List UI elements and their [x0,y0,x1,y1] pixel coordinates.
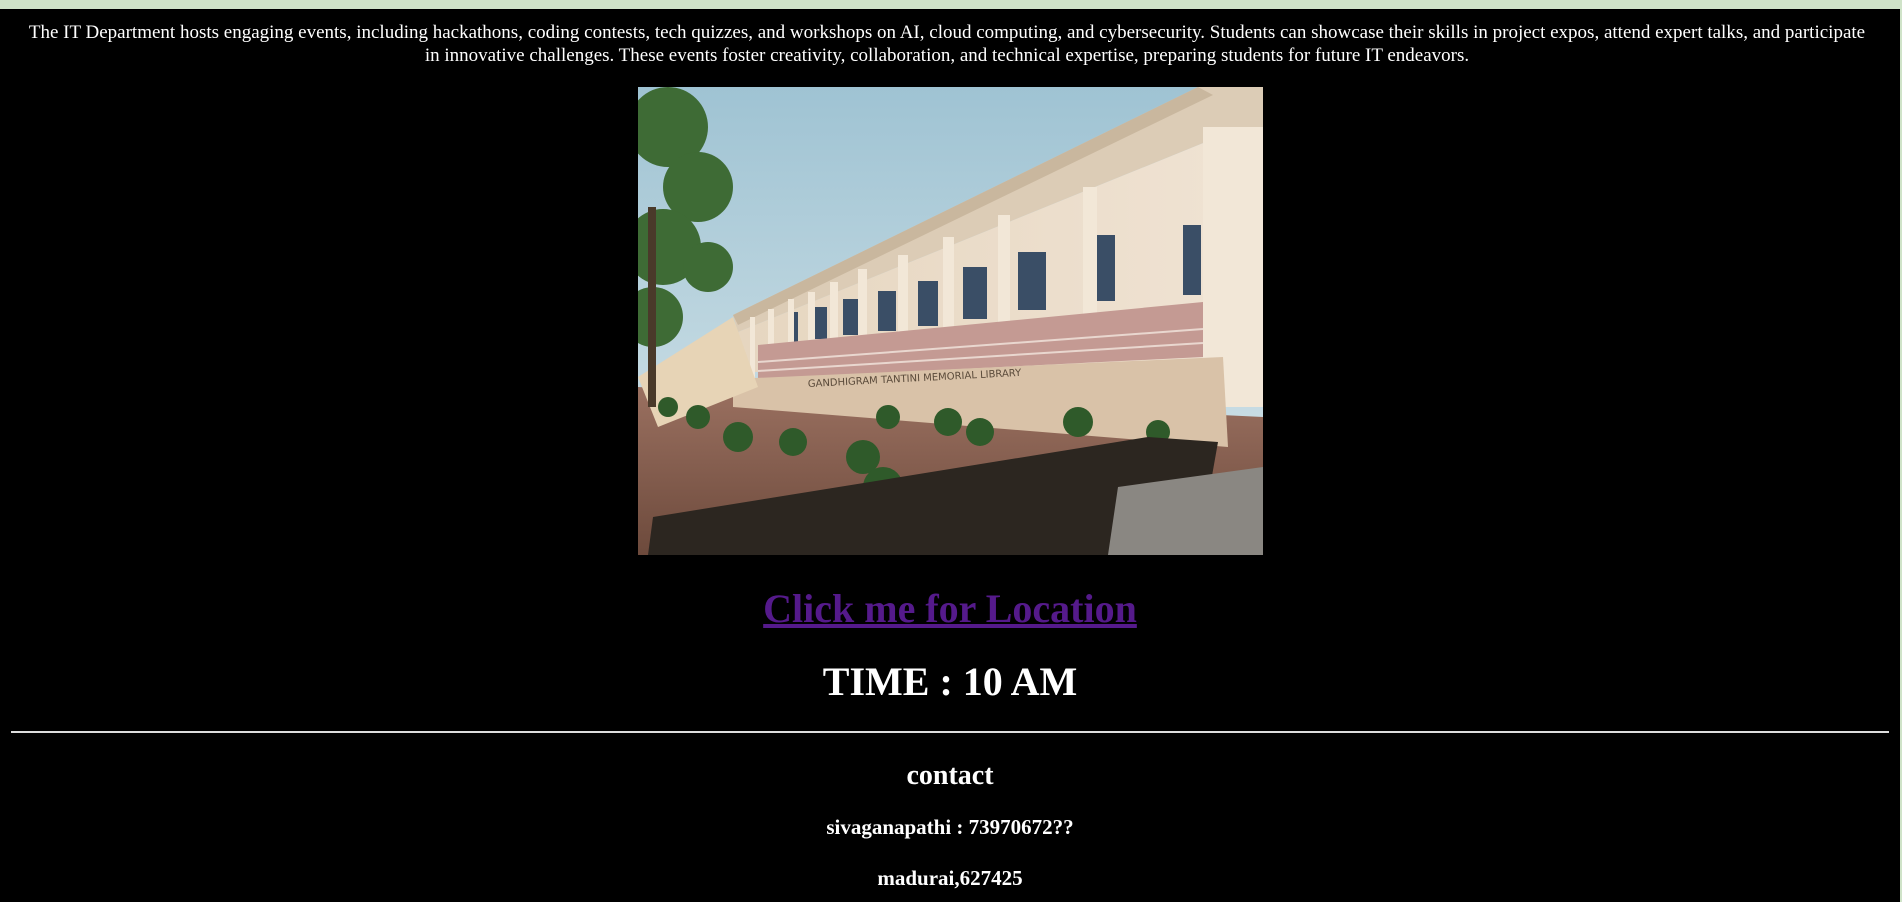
divider [11,731,1889,733]
contact-heading: contact [906,760,994,791]
contact-address: madurai,627425 [877,866,1023,890]
intro-paragraph: The IT Department hosts engaging events,… [28,22,1866,66]
building-photo: GANDHIGRAM TANTINI MEMORIAL LIBRARY [637,87,1263,555]
contact-phone: sivaganapathi : 73970672?? [826,815,1074,839]
event-time: TIME : 10 AM [822,659,1078,704]
page-body: The IT Department hosts engaging events,… [0,9,1900,902]
location-link[interactable]: Click me for Location [0,587,1900,631]
